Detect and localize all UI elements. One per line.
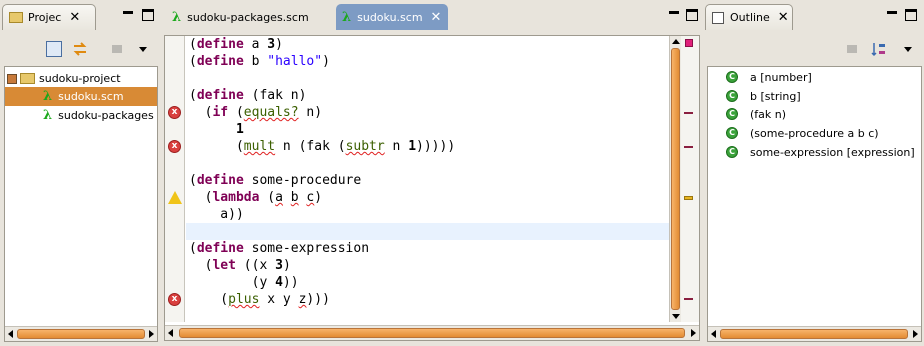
definition-icon: C: [726, 108, 738, 120]
outline-item-label: some-expression [expression]: [750, 145, 915, 159]
tree-item-project[interactable]: sudoku-project: [5, 69, 157, 88]
filter-icon[interactable]: [110, 41, 126, 57]
outline-item[interactable]: C (fak n): [726, 105, 786, 123]
editor-tabbar: λ sudoku-packages.scm λ sudoku.scm ✕: [162, 0, 702, 33]
tab-project-label: Projec: [28, 11, 62, 24]
collapse-toggle-icon[interactable]: [7, 73, 17, 84]
outline-item-label: b [string]: [750, 89, 801, 103]
project-explorer-pane: Projec ✕ sudoku-project λ sudoku.scm λ s…: [0, 0, 162, 346]
outline-item-label: (some-procedure a b c): [750, 126, 879, 140]
scroll-right-icon[interactable]: [691, 329, 696, 337]
definition-icon: C: [726, 71, 738, 83]
outline-item-label: (fak n): [750, 107, 787, 121]
source-code[interactable]: (define a 3) (define b "hallo") (define (…: [189, 36, 455, 308]
tab-label: sudoku-packages.scm: [187, 10, 309, 24]
overview-warning-mark[interactable]: [684, 196, 693, 200]
minimize-icon[interactable]: [668, 9, 680, 21]
project-toolbar: [0, 33, 162, 63]
sort-icon[interactable]: [871, 41, 887, 57]
definition-icon: C: [726, 90, 738, 102]
scroll-up-icon[interactable]: [672, 39, 680, 44]
project-tree: sudoku-project λ sudoku.scm λ sudoku-pac…: [4, 66, 158, 342]
tree-item-sudoku-packages[interactable]: λ sudoku-packages: [5, 106, 157, 125]
project-folder-icon: [20, 73, 35, 84]
minimize-icon[interactable]: [122, 9, 134, 21]
project-hscrollbar[interactable]: [5, 326, 157, 341]
tab-outline[interactable]: Outline ✕: [705, 4, 793, 30]
tab-outline-label: Outline: [730, 11, 770, 24]
definition-icon: C: [726, 127, 738, 139]
outline-item[interactable]: C some-expression [expression]: [726, 143, 915, 161]
editor-hscrollbar[interactable]: [165, 325, 699, 340]
annotation-ruler: [165, 36, 185, 322]
scroll-down-icon[interactable]: [672, 314, 680, 319]
tree-item-label: sudoku.scm: [58, 90, 124, 103]
outline-toolbar: [703, 33, 924, 63]
lambda-file-icon: λ: [342, 9, 352, 25]
outline-item[interactable]: C b [string]: [726, 87, 801, 105]
filter-icon[interactable]: [845, 41, 861, 57]
outline-item[interactable]: C (some-procedure a b c): [726, 124, 879, 142]
code-editor[interactable]: x x x (define a 3) (define b "hallo") (de…: [164, 35, 700, 341]
close-icon[interactable]: ✕: [69, 10, 80, 25]
maximize-icon[interactable]: [142, 9, 154, 21]
tree-item-label: sudoku-packages: [58, 109, 154, 122]
outline-item-label: a [number]: [750, 70, 812, 84]
definition-icon: C: [726, 146, 738, 158]
overview-error-mark[interactable]: [684, 298, 693, 300]
outline-tree: C a [number] C b [string] C (fak n) C (s…: [707, 66, 922, 342]
overview-ruler: [681, 36, 699, 322]
close-icon[interactable]: ✕: [431, 10, 442, 25]
scroll-thumb[interactable]: [179, 328, 685, 338]
scroll-right-icon[interactable]: [149, 330, 154, 338]
view-menu-icon[interactable]: [138, 41, 154, 57]
scroll-thumb[interactable]: [17, 329, 145, 339]
scroll-left-icon[interactable]: [168, 329, 173, 337]
error-summary-icon[interactable]: [685, 39, 693, 47]
tree-item-label: sudoku-project: [39, 72, 121, 85]
scroll-left-icon[interactable]: [711, 330, 716, 338]
minimize-icon[interactable]: [886, 9, 898, 21]
view-menu-icon[interactable]: [903, 41, 919, 57]
collapse-all-icon[interactable]: [46, 41, 62, 57]
overview-error-mark[interactable]: [684, 146, 693, 148]
maximize-icon[interactable]: [686, 9, 698, 21]
scroll-thumb[interactable]: [671, 48, 680, 310]
tree-item-sudoku-scm[interactable]: λ sudoku.scm: [5, 87, 157, 106]
scroll-left-icon[interactable]: [8, 330, 13, 338]
scroll-right-icon[interactable]: [913, 330, 918, 338]
tab-sudoku-packages[interactable]: λ sudoku-packages.scm: [166, 4, 336, 30]
editor-pane: λ sudoku-packages.scm λ sudoku.scm ✕ x x…: [162, 0, 702, 346]
lambda-file-icon: λ: [172, 9, 182, 25]
maximize-icon[interactable]: [905, 9, 917, 21]
close-icon[interactable]: ✕: [778, 10, 789, 25]
error-marker-icon[interactable]: x: [168, 140, 181, 153]
link-with-editor-icon[interactable]: [72, 41, 88, 57]
outline-item[interactable]: C a [number]: [726, 68, 812, 86]
folder-tab-icon: [9, 12, 23, 23]
overview-error-mark[interactable]: [684, 112, 693, 114]
lambda-file-icon: λ: [43, 108, 53, 123]
tab-sudoku-scm[interactable]: λ sudoku.scm ✕: [336, 4, 448, 30]
project-tabbar: Projec ✕: [0, 0, 162, 33]
outline-tab-icon: [712, 11, 724, 24]
editor-vscrollbar[interactable]: [669, 36, 681, 322]
tab-project[interactable]: Projec ✕: [2, 4, 96, 30]
outline-tabbar: Outline ✕: [703, 0, 924, 33]
outline-hscrollbar[interactable]: [708, 326, 921, 341]
warning-marker-icon[interactable]: [168, 191, 182, 204]
error-marker-icon[interactable]: x: [168, 293, 181, 306]
error-marker-icon[interactable]: x: [168, 106, 181, 119]
scroll-thumb[interactable]: [720, 329, 908, 339]
lambda-file-icon: λ: [43, 89, 53, 104]
tab-label: sudoku.scm: [357, 10, 423, 24]
outline-pane: Outline ✕ C a [number] C b [string] C (f…: [703, 0, 924, 346]
